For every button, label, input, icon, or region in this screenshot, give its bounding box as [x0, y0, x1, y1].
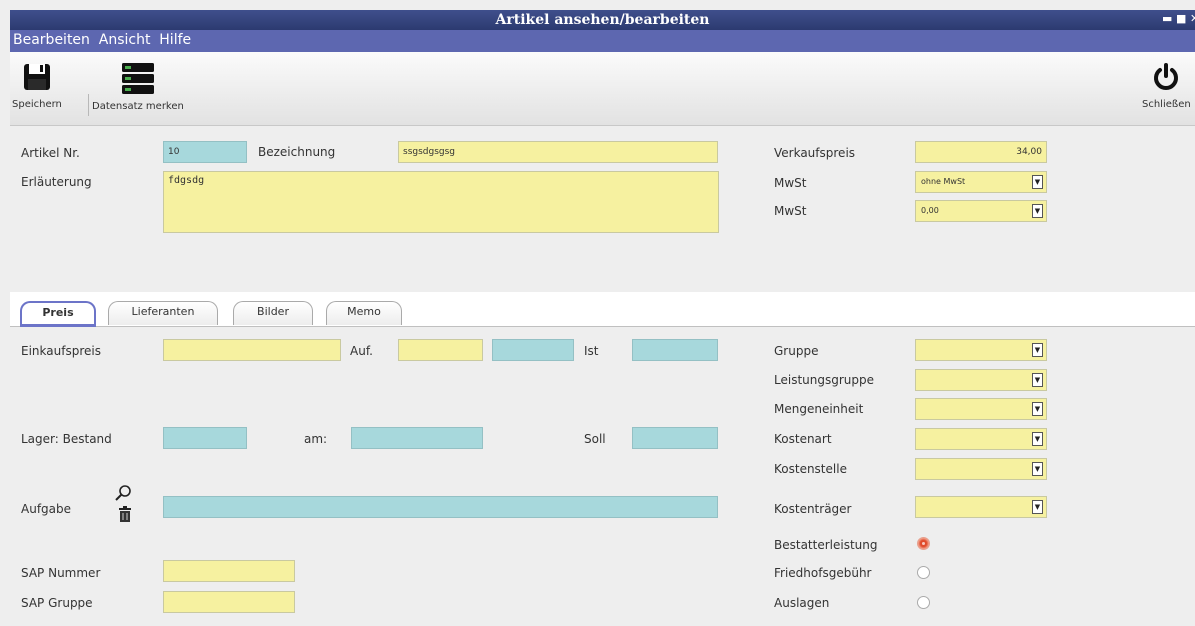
- toolbar: Speichern Datensatz merken Schließen: [10, 52, 1195, 126]
- power-icon: [1154, 63, 1179, 90]
- kostenstelle-select[interactable]: ▼: [915, 458, 1047, 480]
- trash-icon[interactable]: [118, 506, 132, 523]
- toolbar-separator: [88, 94, 89, 116]
- bezeichnung-field[interactable]: [398, 141, 718, 163]
- lager-bestand-field: [163, 427, 247, 449]
- am-label: am:: [304, 432, 328, 446]
- bestatterleistung-radio[interactable]: [917, 537, 930, 550]
- tab-memo[interactable]: Memo: [326, 301, 402, 325]
- erlaeuterung-label: Erläuterung: [21, 175, 92, 189]
- soll-label: Soll: [584, 432, 606, 446]
- minimize-icon[interactable]: ▬: [1162, 12, 1172, 25]
- chevron-down-icon: ▼: [1032, 204, 1043, 218]
- chevron-down-icon: ▼: [1032, 343, 1043, 357]
- auf-label: Auf.: [350, 344, 373, 358]
- floppy-disk-icon: [23, 64, 50, 90]
- tab-bilder[interactable]: Bilder: [233, 301, 313, 325]
- save-label: Speichern: [12, 99, 62, 110]
- search-icon[interactable]: [113, 484, 133, 502]
- bookmark-record-button[interactable]: Datensatz merken: [92, 62, 184, 112]
- leistungsgruppe-label: Leistungsgruppe: [774, 373, 875, 387]
- verkaufspreis-field[interactable]: [915, 141, 1047, 163]
- bezeichnung-label: Bezeichnung: [258, 145, 336, 159]
- friedhofsgebuehr-label: Friedhofsgebühr: [774, 566, 872, 580]
- tab-preis[interactable]: Preis: [20, 301, 96, 327]
- aufgabe-field: [163, 496, 718, 518]
- kostentraeger-label: Kostenträger: [774, 502, 852, 516]
- mengeneinheit-select[interactable]: ▼: [915, 398, 1047, 420]
- save-button[interactable]: Speichern: [12, 62, 62, 110]
- artikel-nr-field[interactable]: [163, 141, 247, 163]
- close-window-icon[interactable]: ✕: [1190, 12, 1195, 25]
- gruppe-select[interactable]: ▼: [915, 339, 1047, 361]
- chevron-down-icon: ▼: [1032, 500, 1043, 514]
- tab-lieferanten[interactable]: Lieferanten: [108, 301, 218, 325]
- window-title: Artikel ansehen/bearbeiten: [495, 12, 710, 28]
- chevron-down-icon: ▼: [1032, 432, 1043, 446]
- menu-bearbeiten[interactable]: Bearbeiten: [10, 30, 92, 48]
- kostentraeger-select[interactable]: ▼: [915, 496, 1047, 518]
- close-label: Schließen: [1142, 99, 1191, 110]
- mwst-select[interactable]: ohne MwSt ▼: [915, 171, 1047, 193]
- chevron-down-icon: ▼: [1032, 373, 1043, 387]
- kostenart-label: Kostenart: [774, 432, 832, 446]
- verkaufspreis-label: Verkaufspreis: [774, 146, 856, 160]
- server-stack-icon: [121, 63, 154, 94]
- ist-field: [632, 339, 718, 361]
- sap-gruppe-label: SAP Gruppe: [21, 596, 93, 610]
- ist-label: Ist: [584, 344, 599, 358]
- mwst-rate-select-value: 0,00: [921, 206, 939, 215]
- chevron-down-icon: ▼: [1032, 402, 1043, 416]
- chevron-down-icon: ▼: [1032, 175, 1043, 189]
- sap-nummer-label: SAP Nummer: [21, 566, 101, 580]
- soll-field: [632, 427, 718, 449]
- aufgabe-label: Aufgabe: [21, 502, 72, 516]
- menu-hilfe[interactable]: Hilfe: [156, 30, 193, 48]
- einkaufspreis-label: Einkaufspreis: [21, 344, 101, 358]
- lager-datum-field: [351, 427, 483, 449]
- sap-gruppe-field[interactable]: [163, 591, 295, 613]
- leistungsgruppe-select[interactable]: ▼: [915, 369, 1047, 391]
- erlaeuterung-textarea[interactable]: fdgsdg: [163, 171, 719, 233]
- gruppe-label: Gruppe: [774, 344, 819, 358]
- menu-bar: Bearbeiten Ansicht Hilfe: [10, 30, 1195, 52]
- mwst-label: MwSt: [774, 176, 807, 190]
- menu-ansicht[interactable]: Ansicht: [96, 30, 153, 48]
- aufschlag-result-field: [492, 339, 574, 361]
- mengeneinheit-label: Mengeneinheit: [774, 402, 864, 416]
- kostenart-select[interactable]: ▼: [915, 428, 1047, 450]
- bookmark-record-label: Datensatz merken: [92, 101, 184, 112]
- mwst-rate-select[interactable]: 0,00 ▼: [915, 200, 1047, 222]
- mwst2-label: MwSt: [774, 204, 807, 218]
- kostenstelle-label: Kostenstelle: [774, 462, 847, 476]
- aufschlag-field[interactable]: [398, 339, 483, 361]
- chevron-down-icon: ▼: [1032, 462, 1043, 476]
- sap-nummer-field[interactable]: [163, 560, 295, 582]
- maximize-icon[interactable]: ■: [1176, 12, 1186, 25]
- auslagen-radio[interactable]: [917, 596, 930, 609]
- friedhofsgebuehr-radio[interactable]: [917, 566, 930, 579]
- einkaufspreis-field[interactable]: [163, 339, 341, 361]
- mwst-select-value: ohne MwSt: [921, 177, 966, 186]
- close-button[interactable]: Schließen: [1142, 62, 1191, 110]
- artikel-nr-label: Artikel Nr.: [21, 146, 80, 160]
- title-bar: Artikel ansehen/bearbeiten ▬ ■ ✕: [10, 10, 1195, 30]
- auslagen-label: Auslagen: [774, 596, 830, 610]
- bestatterleistung-label: Bestatterleistung: [774, 538, 878, 552]
- lager-bestand-label: Lager: Bestand: [21, 432, 112, 446]
